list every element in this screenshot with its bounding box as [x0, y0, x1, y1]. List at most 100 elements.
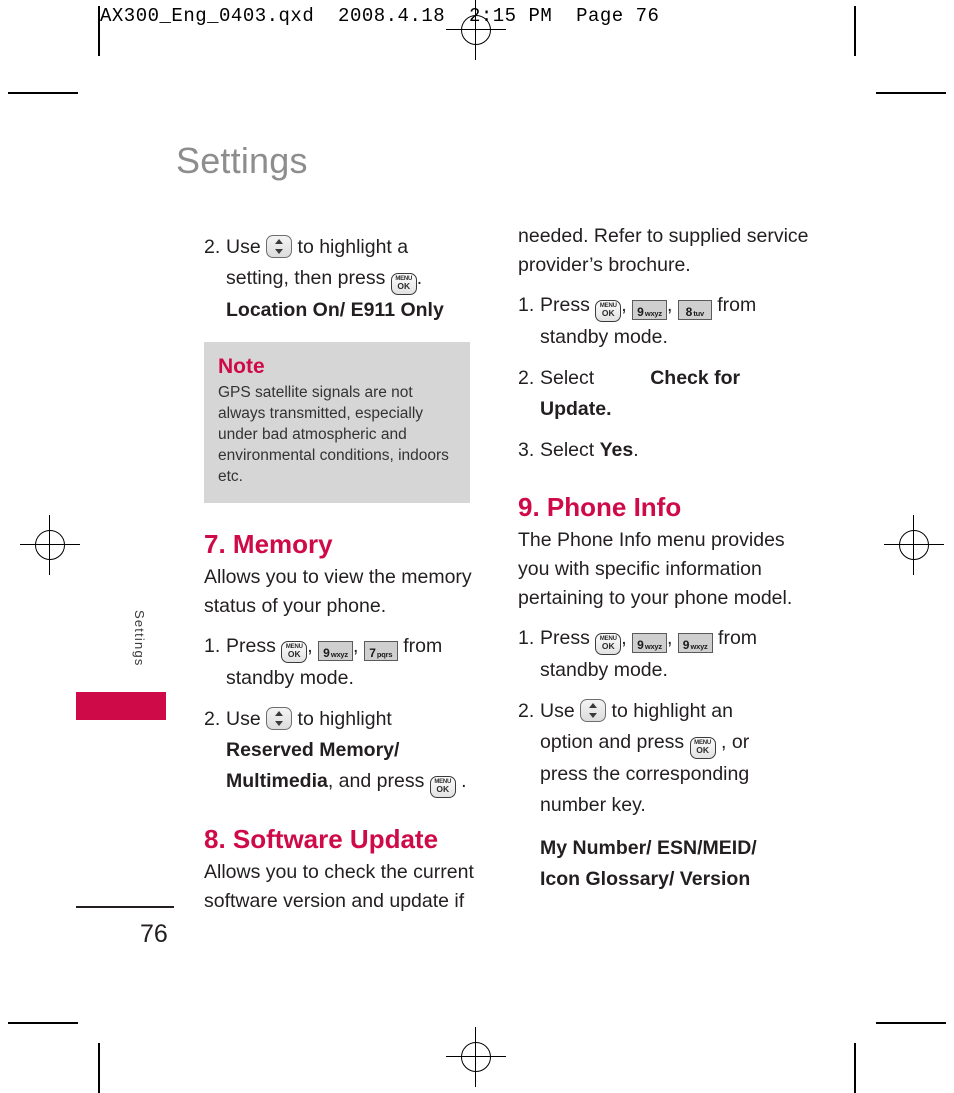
menu-ok-key-icon[interactable]: MENU OK	[595, 300, 622, 322]
step-text: from	[717, 294, 757, 316]
step-body: Press MENU OK , 9wxyz , 7pqrs from stand…	[226, 635, 443, 689]
number-key-letters: tuv	[693, 309, 704, 318]
step-number: 2.	[204, 708, 221, 730]
step-text: press the corresponding	[540, 763, 750, 785]
number-key-7[interactable]: 7pqrs	[363, 641, 398, 661]
step-body: Use to highlight a setting, then press M…	[226, 232, 504, 326]
step-text: , or	[721, 731, 750, 753]
note-text: GPS satellite signals are not always tra…	[218, 384, 449, 485]
note-box: Note GPS satellite signals are not alway…	[204, 342, 470, 503]
step-text: .	[416, 267, 423, 289]
step-text: from	[403, 635, 443, 657]
section-heading-software-update: 8. Software Update	[204, 824, 439, 854]
section-heading-memory: 7. Memory	[204, 529, 333, 559]
number-key-9[interactable]: 9wxyz	[677, 633, 713, 653]
software-update-intro: Allows you to check the current software…	[204, 861, 474, 912]
menu-ok-key-icon[interactable]: MENU OK	[429, 776, 456, 798]
number-key-digit: 9	[637, 305, 644, 319]
crop-mark-top-right	[876, 92, 946, 94]
step-body: Select Yes.	[540, 435, 818, 466]
list-item: 1. Press MENU OK , 9wxyz , 8tuv from sta…	[518, 290, 818, 353]
crop-mark-left-bottom	[98, 1043, 100, 1093]
right-column: needed. Refer to supplied service provid…	[518, 222, 818, 895]
step-text: Press	[540, 294, 590, 316]
number-key-letters: wxyz	[644, 309, 662, 318]
side-tab-label: Settings	[132, 610, 147, 667]
number-key-9[interactable]: 9wxyz	[632, 633, 667, 653]
menu-option: Multimedia	[226, 770, 328, 792]
step-text: .	[633, 439, 639, 461]
menu-ok-key-icon[interactable]: MENU OK	[281, 641, 308, 663]
list-item: 3. Select Yes.	[518, 435, 818, 466]
step-text: to highlight an	[611, 700, 733, 722]
list-item: 2. Use to highlight Reserved Memory/ Mul…	[204, 704, 504, 798]
number-key-digit: 9	[637, 638, 644, 652]
menu-ok-key-line2: OK	[287, 649, 301, 659]
menu-ok-key-icon[interactable]: MENU OK	[390, 273, 417, 295]
number-key-digit: 8	[685, 305, 693, 319]
menu-ok-key-line2: OK	[696, 745, 709, 755]
menu-ok-key-icon[interactable]: MENU OK	[689, 737, 716, 759]
software-update-intro-continued: needed. Refer to supplied service provid…	[518, 225, 809, 276]
registration-mark-right	[884, 515, 944, 575]
step-body: Press MENU OK , 9wxyz , 8tuv from standb…	[540, 294, 757, 348]
step-text: option and press	[540, 731, 685, 753]
page-number: 76	[140, 920, 168, 948]
navigation-updown-key-icon[interactable]	[266, 235, 293, 258]
step-text: , and press	[327, 770, 425, 792]
step-number: 1.	[518, 294, 535, 316]
number-key-letters: wxyz	[330, 650, 348, 659]
menu-option: Yes	[599, 439, 634, 461]
list-item: 1. Press MENU OK , 9wxyz , 7pqrs from st…	[204, 631, 504, 694]
step-body: Press MENU OK , 9wxyz , 9wxyz from stand…	[540, 627, 758, 681]
footer-rule	[76, 906, 174, 908]
page-title: Settings	[176, 140, 308, 181]
number-key-digit: 7	[369, 646, 376, 660]
step-text: number key.	[540, 794, 646, 816]
menu-ok-key-icon[interactable]: MENU OK	[595, 633, 622, 655]
step-body: Select Check for Update.	[540, 363, 818, 425]
step-text: Use	[226, 236, 261, 258]
crop-mark-top-left	[8, 92, 78, 94]
note-title: Note	[218, 355, 265, 378]
menu-option: Icon Glossary/ Version	[540, 868, 751, 890]
menu-ok-key-line2: OK	[436, 784, 450, 794]
list-item: 2. Use to highlight a setting, then pres…	[204, 232, 504, 326]
file-slug-line: AX300_Eng_0403.qxd 2008.4.18 2:15 PM Pag…	[100, 5, 660, 27]
phone-info-options: My Number/ ESN/MEID/ Icon Glossary/ Vers…	[518, 833, 818, 895]
number-key-letters: wxyz	[644, 642, 662, 651]
number-key-letters: wxyz	[690, 642, 708, 651]
step-text: setting, then press	[226, 267, 386, 289]
menu-option: Update.	[540, 398, 612, 420]
crop-mark-right-top	[854, 6, 856, 56]
list-item: 1. Press MENU OK , 9wxyz , 9wxyz from st…	[518, 623, 818, 686]
step-text: Press	[540, 627, 590, 649]
step-text: standby mode.	[540, 659, 668, 681]
menu-ok-key-line2: OK	[601, 308, 615, 318]
list-item: 2. Select Check for Update.	[518, 363, 818, 425]
navigation-updown-key-icon[interactable]	[580, 699, 607, 722]
menu-option: Check for	[650, 367, 741, 389]
step-body: Use to highlight an option and press MEN…	[540, 696, 818, 821]
navigation-updown-key-icon[interactable]	[266, 707, 293, 730]
step-number: 2.	[204, 236, 221, 258]
phone-info-intro: The Phone Info menu provides you with sp…	[518, 529, 793, 609]
step-body: Use to highlight Reserved Memory/ Multim…	[226, 704, 504, 798]
registration-mark-bottom	[446, 1027, 506, 1087]
step-text: standby mode.	[540, 326, 668, 348]
number-key-digit: 9	[682, 638, 690, 652]
step-text: Use	[540, 700, 575, 722]
side-tab-block	[76, 692, 166, 720]
number-key-9[interactable]: 9wxyz	[318, 641, 353, 661]
step-number: 1.	[204, 635, 221, 657]
registration-mark-left	[20, 515, 80, 575]
step-number: 3.	[518, 439, 535, 461]
number-key-9[interactable]: 9wxyz	[632, 300, 667, 320]
menu-options: Location On/ E911 Only	[226, 299, 444, 321]
crop-mark-bottom-left	[8, 1022, 78, 1024]
step-text: from	[718, 627, 758, 649]
menu-ok-key-line2: OK	[601, 641, 615, 651]
crop-mark-bottom-right	[876, 1022, 946, 1024]
section-heading-phone-info: 9. Phone Info	[518, 492, 682, 522]
number-key-8[interactable]: 8tuv	[677, 300, 712, 320]
